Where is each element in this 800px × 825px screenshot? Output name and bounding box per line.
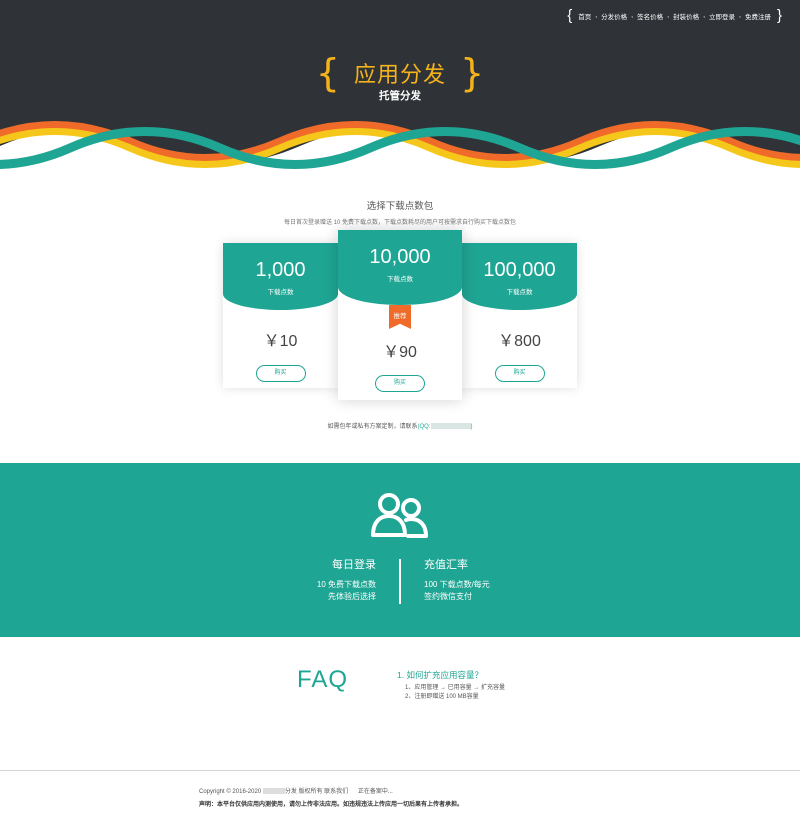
feature-divider — [399, 559, 401, 604]
package-amount: 10,000 — [369, 246, 431, 268]
contact-qq-link[interactable]: QQ — [420, 424, 429, 430]
redacted-brand — [262, 788, 285, 795]
icp-text: 正在备案中... — [357, 789, 393, 795]
logo-right-brace: } — [460, 51, 485, 95]
nav-home[interactable]: 首页 — [578, 11, 591, 21]
package-amount: 1,000 — [255, 259, 306, 281]
package-price: ￥800 — [498, 333, 541, 350]
site-logo: { 应用分发 } 托管分发 — [0, 54, 800, 103]
hero-header: { 首页, 分发价格, 签名价格, 封装价格, 立即登录, 免费注册 } { 应… — [0, 0, 800, 175]
faq-answer: 1、应用管理 → 已用容量 → 扩充容量 2、注册即赠送 100 MB容量 — [405, 684, 505, 702]
feature-line: 10 免费下载点数 — [316, 580, 376, 589]
feature-line: 签约微信支付 — [424, 592, 472, 601]
site-subtitle: 托管分发 — [379, 90, 421, 102]
pricing-description: 每日首次登录赠送 10 免费下载点数，下载点数耗尽的用户可按需求自行购买下载点数… — [283, 220, 516, 226]
feature-line: 100 下载点数/每元 — [424, 580, 490, 589]
nav-signing-price[interactable]: 签名价格 — [637, 11, 663, 21]
site-footer: Copyright © 2016-2020 分发 版权所有 联系我们 正在备案中… — [0, 770, 800, 825]
top-navigation: { 首页, 分发价格, 签名价格, 封装价格, 立即登录, 免费注册 } — [567, 7, 782, 24]
faq-title: FAQ — [297, 666, 349, 693]
nav-packaging-price[interactable]: 封装价格 — [673, 11, 699, 21]
faq-question[interactable]: 1. 如何扩充应用容量？ — [397, 669, 483, 681]
feature-line: 先体验后选择 — [328, 592, 376, 601]
nav-distribution-price[interactable]: 分发价格 — [601, 11, 627, 21]
contact-text: 如需包年或私有方案定制，请联系 — [327, 424, 418, 430]
nav-login[interactable]: 立即登录 — [709, 11, 735, 21]
feature-title: 充值汇率 — [424, 559, 468, 571]
redacted-qq-number — [430, 423, 471, 430]
package-unit: 下载点数 — [267, 289, 294, 296]
copyright-text: Copyright © 2016-2020 — [199, 789, 262, 795]
package-card-10000: 10,000 下载点数 推荐 ￥90 购买 — [338, 230, 462, 400]
buy-button[interactable]: 购买 — [375, 375, 425, 392]
faq-answer-line: 1、应用管理 → 已用容量 → 扩充容量 — [405, 685, 506, 691]
users-icon — [371, 493, 428, 538]
pricing-heading: 选择下载点数包 — [366, 201, 434, 212]
footer-copyright-line: Copyright © 2016-2020 分发 版权所有 联系我们 正在备案中… — [199, 786, 393, 795]
feature-title: 每日登录 — [332, 559, 376, 571]
package-unit: 下载点数 — [506, 289, 533, 296]
rights-text: 分发 版权所有 — [284, 789, 323, 795]
package-card-100000: 100,000 下载点数 ￥800 购买 — [462, 243, 577, 388]
logo-left-brace: { — [315, 51, 340, 95]
nav-left-brace: { — [567, 7, 573, 24]
package-price: ￥90 — [383, 344, 417, 361]
pricing-header: 选择下载点数包 每日首次登录赠送 10 免费下载点数，下载点数耗尽的用户可按需求… — [0, 198, 800, 226]
buy-button[interactable]: 购买 — [255, 365, 306, 382]
package-amount: 100,000 — [483, 259, 556, 281]
recommend-badge: 推荐 — [389, 305, 411, 329]
feature-daily-login: 每日登录 10 免费下载点数 先体验后选择 — [317, 559, 376, 603]
features-section: 每日登录 10 免费下载点数 先体验后选择 充值汇率 100 下载点数/每元 签… — [0, 463, 800, 637]
footer-statement: 声明：本平台仅供应用内测使用，请勿上传非法应用。如违规违法上传应用一切后果有上传… — [199, 802, 464, 808]
buy-button[interactable]: 购买 — [494, 365, 545, 382]
nav-right-brace: } — [776, 7, 782, 24]
custom-plan-contact: 如需包年或私有方案定制，请联系(QQ:) — [327, 423, 473, 430]
package-price: ￥10 — [263, 333, 298, 350]
package-unit: 下载点数 — [387, 276, 413, 283]
faq-answer-line: 2、注册即赠送 100 MB容量 — [405, 694, 479, 700]
wave-decoration — [0, 121, 800, 175]
nav-register[interactable]: 免费注册 — [745, 11, 771, 21]
package-card-1000: 1,000 下载点数 ￥10 购买 — [223, 243, 338, 388]
site-title: 应用分发 — [353, 62, 446, 87]
contact-us-link[interactable]: 联系我们 — [324, 789, 348, 795]
feature-exchange-rate: 充值汇率 100 下载点数/每元 签约微信支付 — [424, 559, 490, 603]
